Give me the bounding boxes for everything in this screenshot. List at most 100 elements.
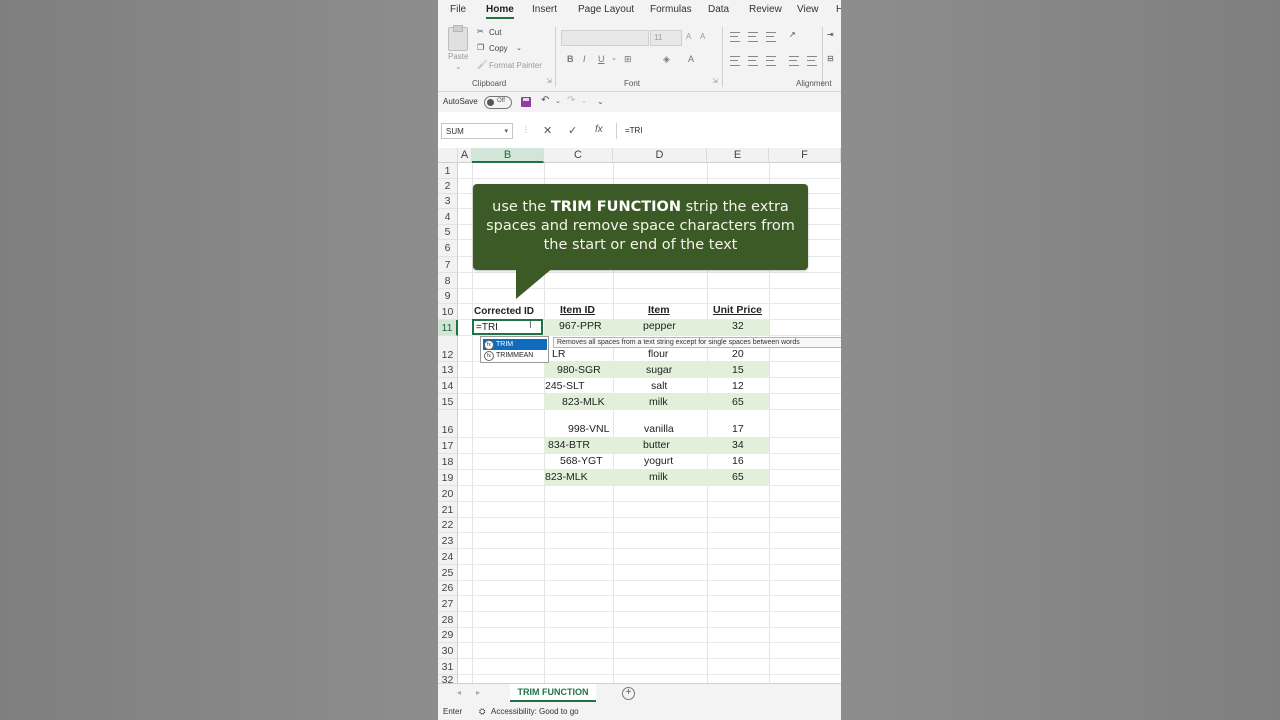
row-header-24[interactable]: 24 xyxy=(438,549,458,565)
row-header-27[interactable]: 27 xyxy=(438,596,458,612)
cell-item[interactable]: milk xyxy=(649,396,668,408)
tab-formulas[interactable]: Formulas xyxy=(650,4,692,15)
formula-input[interactable]: =TRI xyxy=(616,123,840,139)
row-header-30[interactable]: 30 xyxy=(438,643,458,659)
row-header-3[interactable]: 3 xyxy=(438,194,458,209)
row-header-15[interactable]: 15 xyxy=(438,394,458,410)
row-header-7[interactable]: 7 xyxy=(438,257,458,273)
align-middle-icon[interactable] xyxy=(748,32,758,42)
font-name-box[interactable] xyxy=(561,30,649,46)
chevron-down-icon[interactable]: ⌄ xyxy=(611,54,617,62)
cell-unit-price[interactable]: 65 xyxy=(732,471,744,483)
col-header-c[interactable]: C xyxy=(544,148,613,163)
cell-unit-price[interactable]: 16 xyxy=(732,455,744,467)
cell-item[interactable]: salt xyxy=(651,380,667,392)
cell-item[interactable]: yogurt xyxy=(644,455,673,467)
copy-button[interactable]: Copy xyxy=(489,44,508,53)
sheet-tab-trim-function[interactable]: TRIM FUNCTION xyxy=(510,684,596,702)
align-right-icon[interactable] xyxy=(766,56,776,66)
cell-unit-price[interactable]: 15 xyxy=(732,364,744,376)
row-header-14[interactable]: 14 xyxy=(438,378,458,394)
copy-icon[interactable]: ❐ xyxy=(477,43,484,52)
cell-item[interactable]: butter xyxy=(643,439,670,451)
autosave-toggle[interactable]: Off xyxy=(484,96,512,109)
enter-check-icon[interactable]: ✓ xyxy=(568,124,577,137)
row-header-8[interactable]: 8 xyxy=(438,273,458,289)
row-header-23[interactable]: 23 xyxy=(438,533,458,549)
decrease-font-icon[interactable]: A xyxy=(700,32,705,41)
header-item-id[interactable]: Item ID xyxy=(560,304,595,316)
row-header-4[interactable]: 4 xyxy=(438,209,458,225)
row-header-19[interactable]: 19 xyxy=(438,470,458,486)
row-header-6[interactable]: 6 xyxy=(438,240,458,257)
decrease-indent-icon[interactable] xyxy=(789,56,799,66)
chevron-down-icon[interactable]: ⌄ xyxy=(555,97,561,105)
cell-unit-price[interactable]: 20 xyxy=(732,348,744,360)
bold-button[interactable]: B xyxy=(567,54,574,64)
add-sheet-icon[interactable]: + xyxy=(622,687,635,700)
undo-icon[interactable]: ↶ xyxy=(541,95,549,106)
increase-font-icon[interactable]: A xyxy=(686,32,691,41)
cell-item-id[interactable]: 967-PPR xyxy=(559,320,602,332)
tab-view[interactable]: View xyxy=(797,4,819,15)
row-header-9[interactable]: 9 xyxy=(438,289,458,304)
cell-item-id[interactable]: 980-SGR xyxy=(557,364,601,376)
header-item[interactable]: Item xyxy=(648,304,670,316)
font-size-box[interactable]: 11 xyxy=(650,30,682,46)
col-header-b[interactable]: B xyxy=(472,148,544,163)
col-header-e[interactable]: E xyxy=(707,148,769,163)
row-header-18[interactable]: 18 xyxy=(438,454,458,470)
cell-item-id[interactable]: 823-MLK xyxy=(562,396,605,408)
paste-icon[interactable] xyxy=(448,25,468,51)
row-header-20[interactable]: 20 xyxy=(438,486,458,502)
accessibility-icon[interactable]: ⛭ xyxy=(479,707,485,717)
font-color-icon[interactable]: A xyxy=(688,54,694,64)
row-header-31[interactable]: 31 xyxy=(438,659,458,675)
dialog-launcher-icon[interactable]: ⇲ xyxy=(712,77,718,85)
row-header-11[interactable]: 11 xyxy=(438,320,458,336)
active-cell-b11[interactable]: =TRI I xyxy=(472,319,543,335)
orientation-icon[interactable]: ↗ xyxy=(789,30,796,39)
tab-data[interactable]: Data xyxy=(708,4,729,15)
row-header-2[interactable]: 2 xyxy=(438,179,458,194)
paste-label[interactable]: Paste xyxy=(448,52,468,61)
row-header-12[interactable]: 12 xyxy=(438,336,458,362)
underline-button[interactable]: U xyxy=(598,54,605,64)
col-header-f[interactable]: F xyxy=(769,148,841,163)
cell-item-id[interactable]: 568-YGT xyxy=(560,455,603,467)
tab-page-layout[interactable]: Page Layout xyxy=(578,4,634,15)
tab-insert[interactable]: Insert xyxy=(532,4,557,15)
more-options-icon[interactable]: ⋮ xyxy=(522,125,530,134)
row-header-21[interactable]: 21 xyxy=(438,502,458,518)
row-header-22[interactable]: 22 xyxy=(438,518,458,533)
cell-item-id[interactable]: 998-VNL xyxy=(568,423,609,435)
redo-icon[interactable]: ↷ xyxy=(567,95,575,106)
cell-item-id[interactable]: 245-SLT xyxy=(545,380,585,392)
chevron-down-icon[interactable]: ⌄ xyxy=(516,44,522,52)
row-header-5[interactable]: 5 xyxy=(438,225,458,240)
autocomplete-item-trim[interactable]: fx TRIM xyxy=(483,339,547,350)
cell-unit-price[interactable]: 32 xyxy=(732,320,744,332)
tab-help[interactable]: H xyxy=(836,4,841,15)
chevron-down-icon[interactable]: ▾ xyxy=(504,127,508,135)
cut-button[interactable]: Cut xyxy=(489,28,501,37)
dialog-launcher-icon[interactable]: ⇲ xyxy=(546,77,552,85)
scissors-icon[interactable]: ✂ xyxy=(477,27,484,36)
tab-file[interactable]: File xyxy=(450,4,466,15)
fill-color-icon[interactable]: ◈ xyxy=(663,54,670,65)
insert-function-icon[interactable]: fx xyxy=(595,124,603,135)
row-header-28[interactable]: 28 xyxy=(438,612,458,628)
row-header-17[interactable]: 17 xyxy=(438,438,458,454)
chevron-down-icon[interactable]: ⌄ xyxy=(455,62,462,71)
format-painter-button[interactable]: Format Painter xyxy=(489,61,542,70)
row-header-29[interactable]: 29 xyxy=(438,628,458,643)
align-center-icon[interactable] xyxy=(748,56,758,66)
cell-unit-price[interactable]: 17 xyxy=(732,423,744,435)
name-box[interactable]: SUM ▾ xyxy=(441,123,513,139)
tab-review[interactable]: Review xyxy=(749,4,782,15)
row-header-26[interactable]: 26 xyxy=(438,581,458,596)
merge-icon[interactable]: ⊟ xyxy=(827,54,834,63)
cell-item-id[interactable]: 834-BTR xyxy=(548,439,590,451)
customize-qat-icon[interactable]: ⌄ xyxy=(597,97,604,106)
prev-sheet-icon[interactable]: ◂ xyxy=(457,688,461,697)
